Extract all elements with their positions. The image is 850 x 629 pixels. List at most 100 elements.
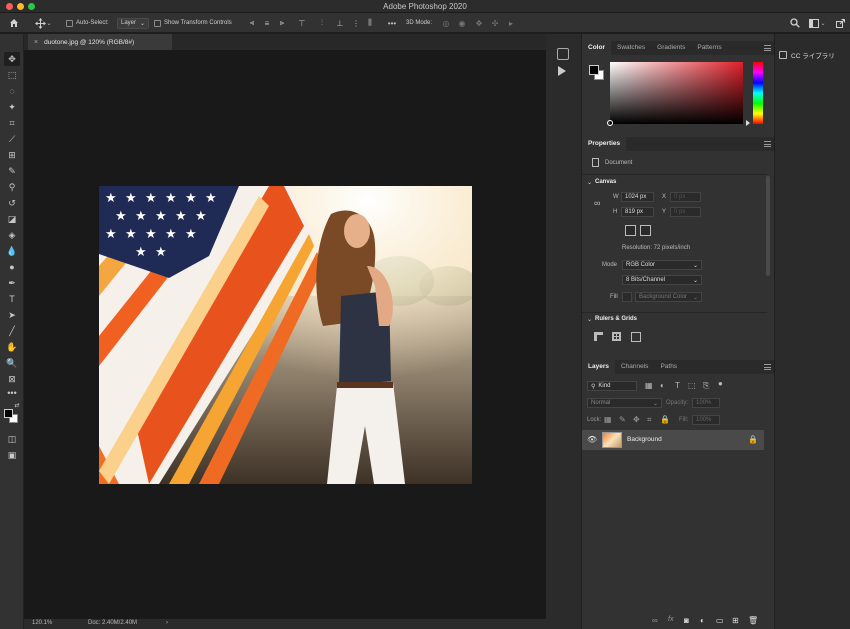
- tab-color[interactable]: Color: [582, 41, 611, 55]
- foreground-color-swatch[interactable]: [4, 409, 13, 418]
- close-tab-icon[interactable]: ×: [34, 39, 38, 46]
- color-picker-field[interactable]: [607, 62, 743, 126]
- trash-icon[interactable]: 🗑: [748, 616, 758, 625]
- layer-name[interactable]: Background: [627, 436, 662, 443]
- libraries-tab[interactable]: CC ライブラリ: [779, 48, 835, 62]
- opacity-field[interactable]: 100%: [692, 398, 720, 408]
- type-tool-icon[interactable]: T: [4, 292, 20, 306]
- 3d-pan-icon[interactable]: ✥: [473, 17, 485, 29]
- play-actions-icon[interactable]: [558, 66, 566, 76]
- filter-adjustment-icon[interactable]: ◐: [660, 381, 665, 390]
- distribute-spacing-icon[interactable]: ⫼: [364, 17, 376, 29]
- fx-icon[interactable]: fx: [668, 616, 673, 623]
- distribute-icon[interactable]: ⋮: [350, 17, 362, 29]
- filter-pixel-icon[interactable]: ▦: [645, 381, 653, 390]
- 3d-slide-icon[interactable]: ✣: [489, 17, 501, 29]
- lock-position-icon[interactable]: ✥: [633, 415, 640, 424]
- eyedropper-tool-icon[interactable]: ⟋: [4, 132, 20, 146]
- layer-filter-dropdown[interactable]: ⚲ Kind: [587, 381, 637, 391]
- new-layer-icon[interactable]: ⊞: [732, 616, 739, 625]
- adjustment-layer-icon[interactable]: ◐: [700, 616, 705, 625]
- chevron-down-icon[interactable]: ⌄: [46, 17, 52, 29]
- show-transform-controls-checkbox[interactable]: Show Transform Controls: [154, 17, 232, 29]
- bit-depth-dropdown[interactable]: 8 Bits/Channel ⌄: [622, 275, 702, 285]
- align-middle-icon[interactable]: ⫶: [316, 17, 328, 29]
- zoom-level[interactable]: 120.1%: [32, 620, 52, 626]
- tab-swatches[interactable]: Swatches: [611, 41, 651, 55]
- clone-stamp-tool-icon[interactable]: ⚲: [4, 180, 20, 194]
- mode-dropdown[interactable]: RGB Color ⌄: [622, 260, 702, 270]
- line-tool-icon[interactable]: ╱: [4, 324, 20, 338]
- marquee-tool-icon[interactable]: ⬚: [4, 68, 20, 82]
- lock-transparent-icon[interactable]: ▦: [604, 415, 612, 424]
- align-right-icon[interactable]: ⫸: [276, 17, 288, 29]
- lock-image-icon[interactable]: ✎: [619, 415, 626, 424]
- magic-wand-tool-icon[interactable]: ✦: [4, 100, 20, 114]
- align-left-icon[interactable]: ⫷: [246, 17, 258, 29]
- home-icon[interactable]: [8, 17, 20, 29]
- zoom-tool-icon[interactable]: 🔍: [4, 356, 20, 370]
- quick-mask-icon[interactable]: ◫: [4, 432, 20, 446]
- filter-type-icon[interactable]: T: [675, 381, 680, 390]
- tab-paths[interactable]: Paths: [654, 360, 683, 374]
- history-icon[interactable]: [557, 48, 569, 60]
- chevron-right-icon[interactable]: ›: [166, 620, 168, 626]
- blend-mode-dropdown[interactable]: Normal ⌄: [587, 398, 662, 408]
- hand-tool-icon[interactable]: ✋: [4, 340, 20, 354]
- blur-tool-icon[interactable]: 💧: [4, 244, 20, 258]
- document-tab[interactable]: × duotone.jpg @ 120% (RGB/8#): [28, 34, 172, 50]
- x-field[interactable]: 0 px: [670, 192, 701, 202]
- link-dimensions-icon[interactable]: ∞: [594, 198, 600, 208]
- fill-field[interactable]: 100%: [692, 415, 720, 425]
- add-mask-icon[interactable]: ◙: [684, 616, 689, 625]
- ruler-icon[interactable]: [594, 332, 603, 341]
- document-image[interactable]: ★ ★ ★ ★ ★ ★ ★ ★ ★ ★ ★ ★ ★ ★ ★ ★ ★ ★: [99, 186, 472, 484]
- pen-tool-icon[interactable]: ✒: [4, 276, 20, 290]
- tab-layers[interactable]: Layers: [582, 360, 615, 374]
- brush-tool-icon[interactable]: ✎: [4, 164, 20, 178]
- lock-all-icon[interactable]: 🔒: [660, 415, 670, 424]
- align-bottom-icon[interactable]: ⊥: [334, 17, 346, 29]
- 3d-scale-icon[interactable]: ▸: [505, 17, 517, 29]
- paint-bucket-tool-icon[interactable]: ◈: [4, 228, 20, 242]
- new-group-icon[interactable]: ▭: [716, 616, 724, 625]
- crop-tool-icon[interactable]: ⌗: [4, 116, 20, 130]
- hue-slider[interactable]: [753, 62, 763, 124]
- layer-row[interactable]: 👁 Background 🔒: [582, 430, 764, 450]
- chevron-down-icon[interactable]: ⌄: [820, 17, 826, 29]
- 3d-rotate-icon[interactable]: ◎: [440, 17, 452, 29]
- color-fg-swatch[interactable]: [589, 65, 599, 75]
- lock-artboard-icon[interactable]: ⌗: [647, 415, 652, 425]
- filter-smart-object-icon[interactable]: ⎘: [703, 381, 709, 391]
- share-icon[interactable]: [834, 17, 846, 29]
- filter-toggle-icon[interactable]: ●: [718, 379, 723, 388]
- portrait-orientation-button[interactable]: [625, 225, 636, 236]
- panel-menu-icon[interactable]: [764, 364, 771, 370]
- search-icon[interactable]: [789, 17, 801, 29]
- frame-tool-icon[interactable]: ⊠: [4, 372, 20, 386]
- properties-scrollbar[interactable]: [766, 176, 770, 276]
- align-top-icon[interactable]: ⊤: [296, 17, 308, 29]
- eye-icon[interactable]: 👁: [587, 435, 597, 444]
- move-tool-preset-icon[interactable]: [34, 17, 46, 29]
- eraser-tool-icon[interactable]: ◪: [4, 212, 20, 226]
- 3d-roll-icon[interactable]: ◉: [456, 17, 468, 29]
- path-selection-tool-icon[interactable]: ➤: [4, 308, 20, 322]
- screen-mode-icon[interactable]: ▣: [4, 448, 20, 462]
- height-field[interactable]: 819 px: [621, 207, 654, 217]
- tab-properties[interactable]: Properties: [582, 137, 627, 151]
- dodge-tool-icon[interactable]: ●: [4, 260, 20, 274]
- workspace-icon[interactable]: [808, 17, 820, 29]
- width-field[interactable]: 1024 px: [621, 192, 654, 202]
- align-center-icon[interactable]: ≡: [261, 17, 273, 29]
- panel-menu-icon[interactable]: [764, 141, 771, 147]
- lasso-tool-icon[interactable]: ◌: [4, 84, 20, 98]
- panel-menu-icon[interactable]: [764, 45, 771, 51]
- tab-channels[interactable]: Channels: [615, 360, 654, 374]
- guides-icon[interactable]: [631, 332, 641, 342]
- healing-brush-tool-icon[interactable]: ⊞: [4, 148, 20, 162]
- history-brush-tool-icon[interactable]: ↺: [4, 196, 20, 210]
- link-layers-icon[interactable]: ∞: [652, 616, 658, 625]
- chevron-down-icon[interactable]: ⌄: [587, 179, 592, 186]
- grid-icon[interactable]: [612, 332, 621, 341]
